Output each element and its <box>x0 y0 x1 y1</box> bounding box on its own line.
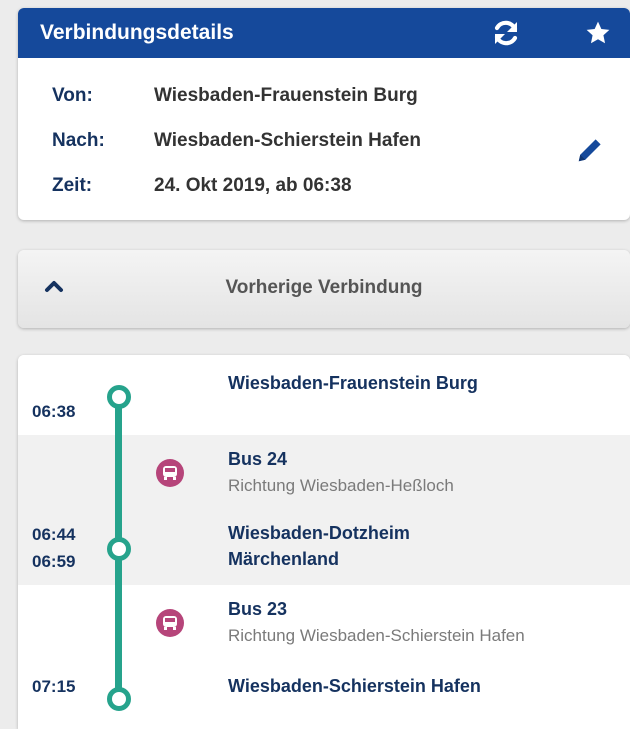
leg-line-name[interactable]: Bus 23 <box>228 599 287 620</box>
departure-time: 06:38 <box>32 402 76 421</box>
previous-connection-label: Vorherige Verbindung <box>225 277 423 298</box>
star-icon <box>586 21 610 44</box>
bus-icon <box>156 609 184 637</box>
page-title: Verbindungsdetails <box>40 21 234 44</box>
leg-direction: Richtung Wiesbaden-Heßloch <box>228 476 454 495</box>
stop-node <box>107 687 131 711</box>
time-value: 24. Okt 2019, ab 06:38 <box>154 175 352 196</box>
card-header: Verbindungsdetails <box>18 8 630 58</box>
refresh-button[interactable] <box>482 8 530 58</box>
stop-name-line: Märchenland <box>228 549 340 569</box>
departure-time: 06:59 <box>32 552 76 571</box>
pencil-icon <box>578 139 601 162</box>
leg-direction: Richtung Wiesbaden-Schierstein Hafen <box>228 626 525 645</box>
stop-name[interactable]: Wiesbaden-Schierstein Hafen <box>228 673 481 699</box>
to-label: Nach: <box>52 130 105 151</box>
previous-connection-button[interactable]: Vorherige Verbindung <box>18 250 630 328</box>
connection-details-card: Verbindungsdetails Von: Wiesbaden-Frauen… <box>18 8 630 220</box>
stop-name[interactable]: Wiesbaden-Frauenstein Burg <box>228 370 478 396</box>
arrival-time: 07:15 <box>32 677 76 696</box>
from-label: Von: <box>52 85 93 106</box>
leg-line-name[interactable]: Bus 24 <box>228 449 287 470</box>
stop-node <box>107 385 131 409</box>
stop-name-line: Wiesbaden-Dotzheim <box>228 523 410 543</box>
journey-timeline: 06:38 Wiesbaden-Frauenstein Burg Bus 24 … <box>18 355 630 729</box>
from-value: Wiesbaden-Frauenstein Burg <box>154 85 418 106</box>
edit-button[interactable] <box>572 132 608 168</box>
time-label: Zeit: <box>52 175 93 196</box>
refresh-icon <box>494 20 518 46</box>
bus-icon <box>156 459 184 487</box>
stop-name[interactable]: Wiesbaden-Dotzheim Märchenland <box>228 520 410 572</box>
arrival-time: 06:44 <box>32 525 76 544</box>
to-value: Wiesbaden-Schierstein Hafen <box>154 130 421 151</box>
stop-node <box>107 537 131 561</box>
favorite-button[interactable] <box>574 8 622 58</box>
